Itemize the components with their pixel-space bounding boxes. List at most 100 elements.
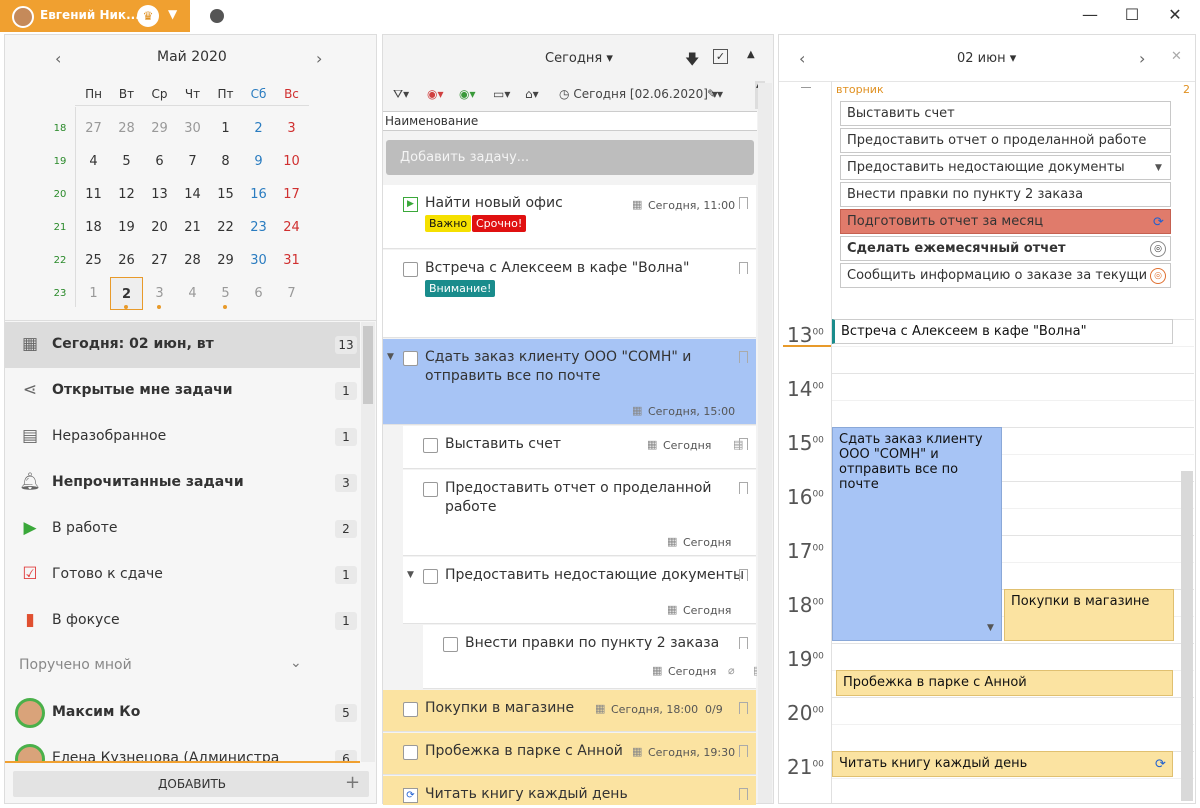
calendar-event[interactable]: Встреча с Алексеем в кафе "Волна" [832,319,1173,344]
calendar-event[interactable]: Сдать заказ клиенту ООО "СОМН" и отправи… [832,427,1002,641]
minimize-button[interactable]: — [1075,4,1105,26]
calendar-event[interactable]: Пробежка в парке с Анной [836,670,1173,696]
expand-icon[interactable]: ▼ [407,570,414,580]
chevron-down-icon[interactable]: ▼ [168,7,177,21]
calendar-day[interactable]: 22 [209,211,242,244]
task-item[interactable]: Выставить счет ▦ Сегодня ▤ [403,426,756,469]
close-icon[interactable]: ✕ [1171,49,1182,64]
scrollbar-thumb[interactable] [1181,471,1193,801]
nav-item-share[interactable]: ⋖ Открытые мне задачи 1 [5,368,360,414]
assignee-filter-icon[interactable]: ◉▾ [459,87,476,101]
task-item[interactable]: ⟳ Читать книгу каждый день [383,776,756,805]
calendar-day[interactable]: 4 [176,277,209,310]
play-icon[interactable]: ▶ [403,197,418,212]
calendar-day[interactable]: 16 [242,178,275,211]
calendar-day[interactable]: 3 [275,112,308,145]
nav-item-check[interactable]: ☑ Готово к сдаче 1 [5,552,360,598]
task-checkbox[interactable] [423,569,438,584]
prev-month-icon[interactable]: ‹ [55,49,61,68]
view-selector[interactable]: Сегодня ▾ [545,51,613,66]
collapse-icon[interactable]: ▲ [747,49,755,60]
calendar-day[interactable]: 10 [275,145,308,178]
next-day-icon[interactable]: › [1139,49,1145,68]
bookmark-icon[interactable] [739,745,748,757]
task-item[interactable]: Встреча с Алексеем в кафе "Волна"▦Сегодн… [383,250,756,393]
task-checkbox[interactable] [403,262,418,277]
tag-icon[interactable]: ⌂▾ [525,87,539,101]
calendar-day[interactable]: 8 [209,145,242,178]
bell-icon[interactable] [210,9,224,23]
nav-item-play[interactable]: ▶ В работе 2 [5,506,360,552]
task-checkbox[interactable] [423,482,438,497]
bookmark-icon[interactable] [739,351,748,363]
calendar-day[interactable]: 2 [242,112,275,145]
task-checkbox[interactable] [443,637,458,652]
expand-icon[interactable]: ▼ [387,352,394,362]
task-item[interactable]: Предоставить отчет о проделанной работе ▦ С… [403,470,756,556]
date-selector[interactable]: 02 июн ▾ [957,51,1016,66]
prev-day-icon[interactable]: ‹ [799,49,805,68]
bookmark-icon[interactable] [739,262,748,274]
task-item[interactable]: Внести правки по пункту 2 заказа ▦ Сегодня… [423,625,757,689]
calendar-event[interactable]: Читать книгу каждый день [832,751,1173,777]
task-checkbox[interactable] [423,438,438,453]
chevron-down-icon[interactable]: ▼ [1155,163,1162,173]
bookmark-icon[interactable] [739,438,748,450]
bookmark-icon[interactable] [739,482,748,494]
calendar-day[interactable]: 29 [209,244,242,277]
calendar-day[interactable]: 26 [110,244,143,277]
calendar-day[interactable]: 9 [242,145,275,178]
task-checkbox[interactable] [403,351,418,366]
task-item[interactable]: ▼ Предоставить недостающие документы ▦ Сего… [403,557,756,624]
all-day-task[interactable]: Внести правки по пункту 2 заказа [840,182,1171,207]
calendar-day[interactable]: 7 [275,277,308,310]
task-checkbox[interactable] [403,745,418,760]
all-day-task[interactable]: Выставить счет [840,101,1171,126]
calendar-event[interactable]: Покупки в магазине [1004,589,1174,641]
calendar-day[interactable]: 19 [110,211,143,244]
add-task-input[interactable]: Добавить задачу... [386,140,754,175]
calendar-day[interactable]: 27 [77,112,110,145]
calendar-day[interactable]: 29 [143,112,176,145]
calendar-day[interactable]: 12 [110,178,143,211]
maximize-button[interactable]: ☐ [1117,4,1147,26]
calendar-day[interactable]: 13 [143,178,176,211]
calendar-day[interactable]: 24 [275,211,308,244]
task-item[interactable]: Покупки в магазине ▦ Сегодня, 18:00 0/9 [383,690,756,732]
bookmark-icon[interactable] [739,197,748,209]
calendar-day[interactable]: 31 [275,244,308,277]
calendar-day[interactable]: 20 [143,211,176,244]
calendar-day[interactable]: 30 [176,112,209,145]
all-day-task[interactable]: Сообщить информацию о заказе за текущи [840,263,1171,288]
calendar-day[interactable]: 23 [242,211,275,244]
calendar-day[interactable]: 6 [143,145,176,178]
calendar-day[interactable]: 11 [77,178,110,211]
calendar-day[interactable]: 15 [209,178,242,211]
calendar-day[interactable]: 1 [77,277,110,310]
calendar-day[interactable]: 17 [275,178,308,211]
bookmark-icon[interactable] [739,637,748,649]
select-all-checkbox[interactable]: ✓ [713,49,728,64]
calendar-day[interactable]: 28 [110,112,143,145]
scrollbar[interactable] [758,83,772,803]
calendar-day[interactable]: 30 [242,244,275,277]
calendar-day[interactable]: 4 [77,145,110,178]
all-day-task[interactable]: Подготовить отчет за месяц [840,209,1171,234]
bookmark-icon[interactable] [739,702,748,714]
sort-down-icon[interactable]: 🡇 [685,49,699,73]
nav-item-inbox[interactable]: ▤ Неразобранное 1 [5,414,360,460]
user-filter-icon[interactable]: ◉▾ [427,87,444,101]
all-day-task[interactable]: Сделать ежемесячный отчет [840,236,1171,261]
nav-item-bell[interactable]: 🔔︎ Непрочитанные задачи 3 [5,460,360,506]
person-item[interactable]: Максим Ко 5 [5,690,360,736]
task-item[interactable]: ▼ Сдать заказ клиенту ООО "СОМН" и отправи… [383,339,756,425]
calendar-day[interactable]: 7 [176,145,209,178]
bookmark-icon[interactable] [739,569,748,581]
date-filter[interactable]: ◷ Сегодня [02.06.2020] ▾ [559,87,718,101]
bookmark-icon[interactable] [739,788,748,800]
folder-icon[interactable]: ▭▾ [493,87,510,101]
calendar-day[interactable]: 6 [242,277,275,310]
scrollbar-thumb[interactable] [363,326,373,404]
scrollbar[interactable] [361,322,375,762]
sync-icon[interactable]: ⟳ [403,788,418,803]
